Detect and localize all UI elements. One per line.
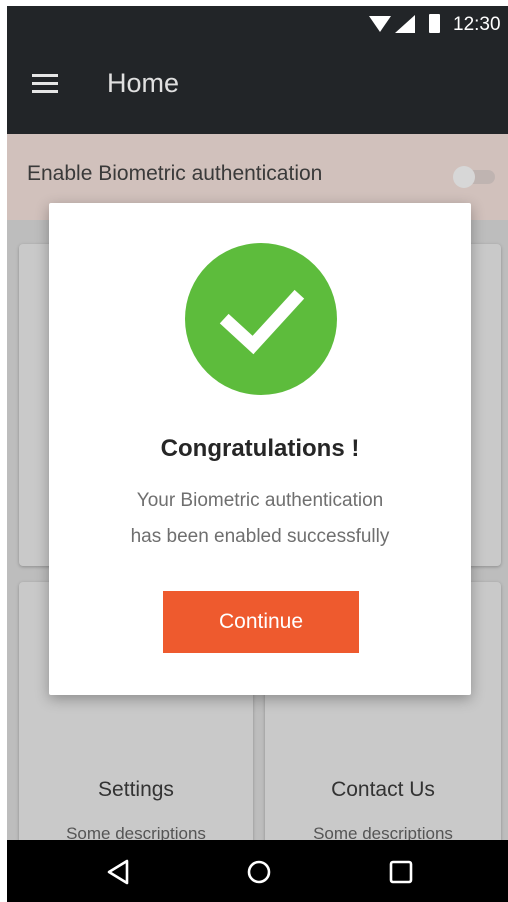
dialog-message-line: Your Biometric authentication <box>136 490 384 511</box>
status-bar: 12:30 <box>7 6 508 42</box>
wifi-icon <box>369 16 391 32</box>
continue-button[interactable]: Continue <box>163 591 359 653</box>
app-bar: Home <box>7 42 508 134</box>
home-icon[interactable] <box>245 858 273 886</box>
status-time: 12:30 <box>453 14 501 35</box>
signal-icon <box>395 15 415 33</box>
recents-icon[interactable] <box>387 858 415 886</box>
dialog-title: Congratulations ! <box>160 435 360 462</box>
navigation-bar <box>7 840 508 902</box>
biometric-toggle[interactable] <box>453 166 497 188</box>
back-icon[interactable] <box>105 858 133 886</box>
dialog-message-line: has been enabled successfully <box>130 526 390 547</box>
success-dialog: Congratulations ! Your Biometric authent… <box>49 203 471 695</box>
battery-icon <box>429 14 440 33</box>
phone-screen: 12:30 Home Enable Biometric authenticati… <box>7 6 508 902</box>
dialog-message: Your Biometric authentication has been e… <box>49 483 471 555</box>
biometric-label: Enable Biometric authentication <box>27 162 323 185</box>
menu-icon[interactable] <box>32 74 60 96</box>
check-icon <box>185 243 337 395</box>
page-title: Home <box>107 68 180 98</box>
toggle-thumb <box>453 166 475 188</box>
